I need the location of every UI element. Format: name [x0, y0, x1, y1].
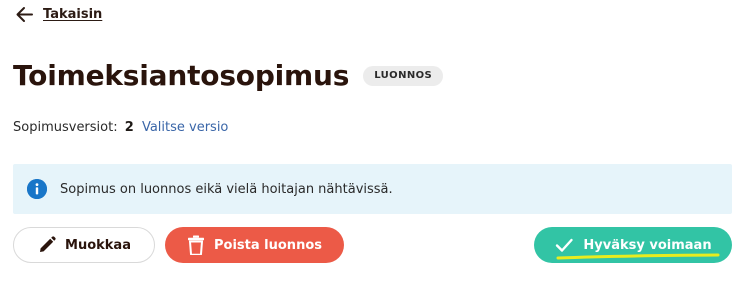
edit-button[interactable]: Muokkaa	[13, 227, 155, 263]
info-icon	[27, 179, 47, 199]
draft-notice: Sopimus on luonnos eikä vielä hoitajan n…	[13, 164, 732, 214]
versions-label: Sopimusversiot:	[13, 120, 118, 135]
select-version-link[interactable]: Valitse versio	[142, 120, 228, 135]
approve-button-label: Hyväksy voimaan	[583, 237, 712, 253]
page-header: Toimeksiantosopimus LUONNOS	[13, 57, 444, 95]
delete-draft-button[interactable]: Poista luonnos	[165, 227, 344, 263]
back-link[interactable]: Takaisin	[15, 4, 102, 24]
page-title: Toimeksiantosopimus	[13, 59, 350, 92]
pencil-icon	[40, 236, 56, 252]
trash-icon	[188, 235, 204, 255]
checkmark-icon	[556, 238, 574, 252]
status-badge: LUONNOS	[363, 66, 444, 86]
versions-count: 2	[124, 120, 134, 135]
approve-button[interactable]: Hyväksy voimaan	[534, 227, 732, 263]
back-link-label: Takaisin	[43, 6, 103, 22]
notice-text: Sopimus on luonnos eikä vielä hoitajan n…	[60, 181, 393, 197]
contract-versions: Sopimusversiot: 2 Valitse versio	[13, 120, 228, 136]
edit-button-label: Muokkaa	[65, 237, 131, 253]
arrow-left-icon	[16, 6, 33, 22]
delete-draft-label: Poista luonnos	[214, 237, 322, 253]
